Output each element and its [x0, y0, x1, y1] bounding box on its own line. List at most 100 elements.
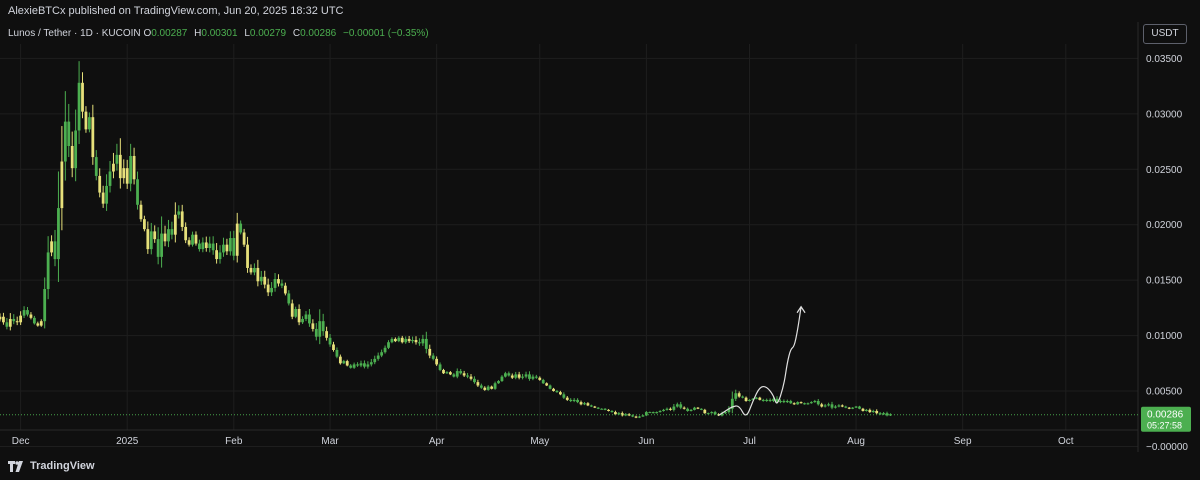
candle-body	[404, 338, 408, 343]
candle-body	[290, 303, 294, 317]
candle-body	[782, 401, 786, 403]
candle-body	[768, 399, 772, 401]
x-tick-label: Aug	[847, 436, 865, 447]
candle-body	[431, 355, 435, 359]
candle-body	[658, 410, 662, 413]
candle-body	[400, 337, 404, 343]
candle-body	[603, 408, 607, 410]
candle-body	[91, 117, 95, 158]
candle-body	[538, 377, 542, 380]
candle-body	[589, 405, 593, 407]
bar-countdown: 05:27:58	[1147, 421, 1182, 431]
candle-body	[548, 385, 552, 389]
candle-body	[314, 328, 318, 337]
candle-body	[655, 412, 659, 414]
candle-body	[325, 331, 329, 338]
candle-body	[827, 404, 830, 406]
price-chart[interactable]: 0.03500 0.03000 0.02500 0.02000 0.01500 0.010…	[0, 0, 1200, 480]
candle-body	[669, 408, 672, 410]
candle-body	[63, 121, 67, 162]
candle-body	[483, 387, 487, 390]
tradingview-logo[interactable]: TradingView	[8, 459, 95, 473]
currency-button[interactable]: USDT	[1143, 24, 1187, 44]
candle-body	[823, 405, 827, 407]
candle-body	[380, 352, 384, 356]
candle-body	[211, 243, 215, 251]
candle-body	[679, 404, 683, 408]
current-price-badge: 0.0028605:27:58	[1141, 406, 1191, 432]
candle-body	[387, 342, 390, 348]
candle-body	[5, 322, 9, 327]
candle-body	[665, 408, 669, 410]
x-tick-label: Dec	[12, 436, 30, 447]
candle-body	[94, 157, 98, 176]
candle-body	[125, 168, 129, 184]
candle-body	[806, 403, 810, 405]
candle-body	[765, 399, 769, 401]
candle-body	[122, 168, 126, 179]
candle-body	[758, 397, 762, 400]
close-value: 0.00286	[300, 28, 337, 39]
candle-body	[428, 348, 432, 356]
candle-body	[559, 392, 562, 395]
candle-body	[153, 231, 157, 240]
candle-body	[421, 338, 425, 344]
candle-body	[160, 233, 163, 257]
candle-body	[36, 323, 40, 326]
candle-body	[57, 208, 60, 260]
symbol-title[interactable]: Lunos / Tether · 1D · KUCOIN	[8, 28, 141, 39]
candle-body	[129, 155, 133, 184]
candle-body	[108, 171, 112, 186]
candle-body	[19, 315, 23, 323]
candle-body	[235, 223, 239, 256]
candle-body	[366, 364, 370, 367]
candle-body	[191, 234, 194, 245]
candle-body	[813, 401, 817, 403]
candle-body	[22, 310, 26, 316]
candle-body	[352, 364, 356, 368]
publish-line: AlexieBTCx published on TradingView.com,…	[8, 5, 344, 17]
candle-body	[555, 391, 559, 393]
candle-body	[418, 342, 421, 344]
candle-body	[43, 289, 47, 322]
candle-body	[531, 376, 535, 379]
x-tick-label: Feb	[225, 436, 243, 447]
candle-body	[50, 241, 53, 253]
candle-body	[572, 399, 576, 401]
x-tick-label: Apr	[429, 436, 445, 447]
price-axis[interactable]: 0.03500 0.03000 0.02500 0.02000 0.01500 0.010…	[1146, 54, 1188, 453]
candle-body	[294, 308, 298, 317]
candle-body	[81, 82, 84, 112]
candle-body	[510, 375, 514, 378]
low-value: 0.00279	[249, 28, 287, 39]
candle-body	[809, 402, 813, 404]
candle-body	[734, 393, 738, 399]
candle-body	[820, 404, 824, 407]
candle-body	[864, 409, 868, 411]
candle-body	[741, 396, 745, 398]
candle-body	[878, 413, 882, 415]
candle-body	[249, 267, 253, 273]
candle-body	[53, 241, 57, 260]
candle-body	[662, 409, 665, 411]
time-axis[interactable]: Dec 2025 Feb Mar Apr May Jun Jul Aug Sep Oct	[12, 436, 1074, 447]
y-tick-label: 0.02500	[1146, 165, 1183, 176]
candle-body	[146, 229, 150, 250]
candle-body	[455, 371, 459, 377]
candle-body	[87, 117, 91, 130]
candle-body	[321, 321, 325, 332]
candle-body	[686, 408, 690, 411]
candle-body	[256, 267, 260, 282]
close-label: C	[292, 28, 301, 39]
candle-body	[112, 163, 115, 172]
chart-grid	[0, 0, 1139, 452]
candle-body	[2, 316, 5, 323]
candle-body	[479, 385, 483, 388]
candle-body	[651, 412, 655, 414]
candle-body	[521, 376, 524, 378]
candle-body	[799, 402, 803, 404]
candle-body	[167, 229, 170, 242]
candle-body	[198, 243, 201, 250]
candle-body	[761, 399, 765, 401]
candle-body	[562, 394, 566, 398]
